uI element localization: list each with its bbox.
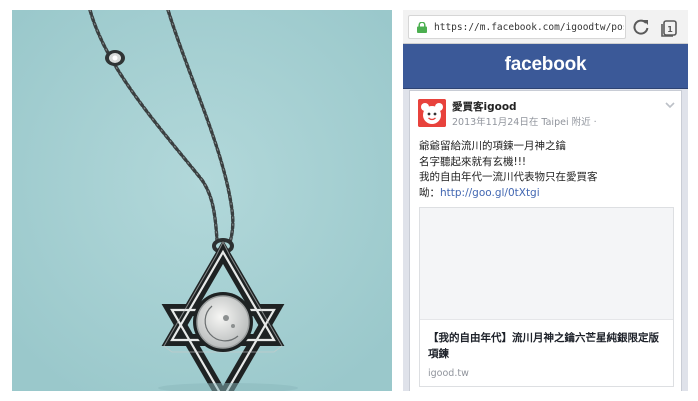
mobile-browser: https://m.facebook.com/igoodtw/pos 1 fac… (403, 10, 688, 391)
lock-icon (417, 22, 427, 33)
post-line: 我的自由年代一流川代表物只在愛買客 (419, 171, 598, 183)
preview-domain: igood.tw (428, 368, 469, 379)
preview-image[interactable] (420, 208, 673, 320)
post-line: 名字聽起來就有玄機!!! (419, 155, 527, 168)
post-card: 愛買客igood 2013年11月24日在 Taipei 附近 · 爺爺留給流川… (409, 90, 682, 391)
link-prefix: 呦： (419, 186, 440, 199)
post-author[interactable]: 愛買客igood (452, 99, 517, 114)
necklace-pendant-image (12, 10, 392, 391)
product-photo (12, 10, 392, 391)
avatar[interactable] (418, 99, 446, 127)
link-preview-card[interactable]: 【我的自由年代】流川月神之鑰六芒星純銀限定版項鍊 igood.tw (419, 207, 674, 387)
post-link[interactable]: http://goo.gl/0tXtgi (440, 187, 540, 199)
address-bar[interactable]: https://m.facebook.com/igoodtw/pos (408, 15, 626, 39)
chain-charm (105, 50, 125, 66)
preview-title[interactable]: 【我的自由年代】流川月神之鑰六芒星純銀限定版項鍊 (428, 330, 668, 362)
reload-icon[interactable] (631, 17, 651, 37)
post-line: 呦：http://goo.gl/0tXtgi (419, 186, 677, 202)
browser-toolbar: https://m.facebook.com/igoodtw/pos 1 (403, 10, 688, 44)
facebook-header: facebook (403, 44, 688, 89)
tab-count: 1 (667, 25, 673, 34)
facebook-logo[interactable]: facebook (403, 54, 688, 76)
tabs-icon[interactable]: 1 (659, 18, 679, 38)
url-text[interactable]: https://m.facebook.com/igoodtw/pos (434, 20, 624, 36)
post-line: 爺爺留給流川的項鍊一月神之鑰 (419, 140, 566, 152)
post-body: 爺爺留給流川的項鍊一月神之鑰 名字聽起來就有玄機!!! 我的自由年代一流川代表物… (419, 139, 677, 201)
avatar-mascot-icon (418, 99, 446, 127)
chevron-down-icon[interactable] (665, 101, 675, 109)
post-meta[interactable]: 2013年11月24日在 Taipei 附近 · (452, 114, 597, 128)
